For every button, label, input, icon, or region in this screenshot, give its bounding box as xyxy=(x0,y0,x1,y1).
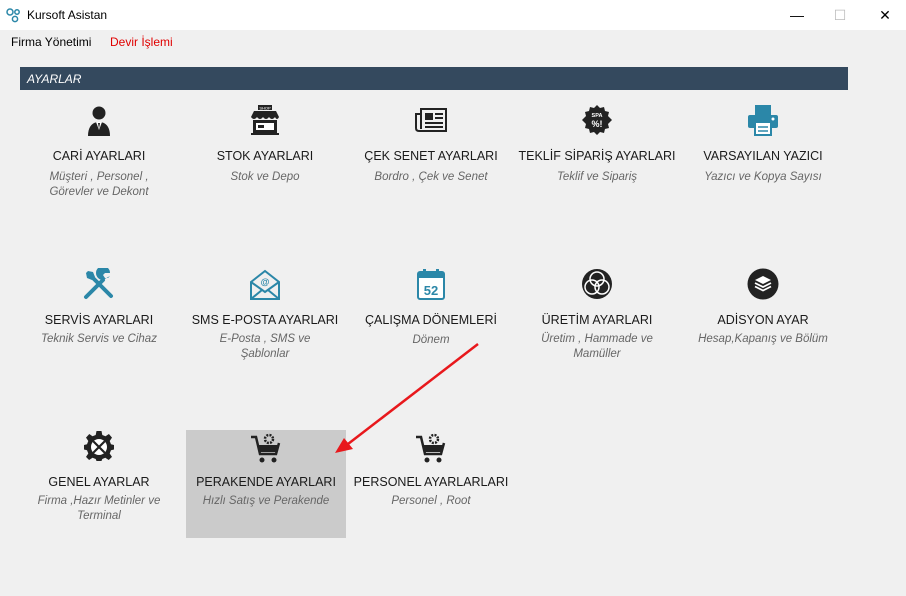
annotation-arrow xyxy=(335,343,479,453)
